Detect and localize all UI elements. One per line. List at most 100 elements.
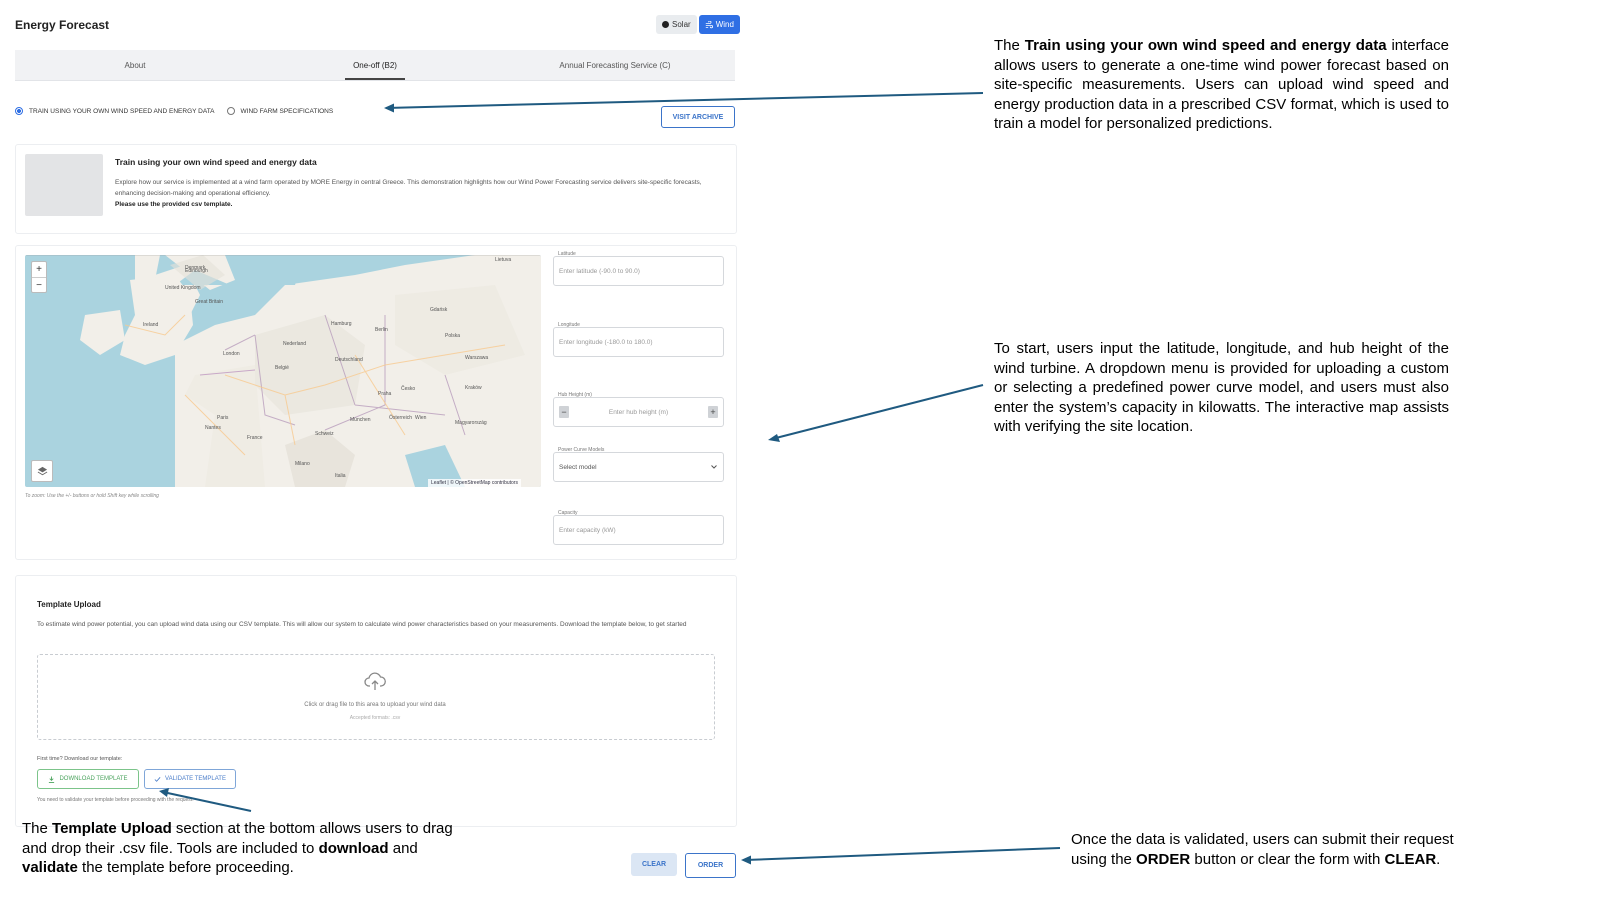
wind-icon	[705, 20, 713, 28]
radio-wind-farm-specs-label[interactable]: WIND FARM SPECIFICATIONS	[241, 108, 334, 115]
wind-label: Wind	[715, 20, 734, 29]
annotation-bold: ORDER	[1136, 850, 1191, 868]
download-icon	[49, 775, 55, 783]
tab-one-off[interactable]: One-off (B2)	[255, 50, 495, 80]
interactive-map[interactable]: Denmark Edinburgh United Kingdom Great B…	[25, 255, 541, 487]
map-label: Paris	[217, 415, 229, 421]
map-label: Belgié	[275, 365, 289, 371]
map-label: Edinburgh	[185, 268, 208, 274]
latitude-placeholder: Enter latitude (-90.0 to 90.0)	[559, 267, 640, 275]
map-label: Nantes	[205, 425, 221, 431]
map-label: Milano	[295, 461, 310, 467]
zoom-in-button[interactable]: +	[32, 262, 46, 277]
map-label: Warszawa	[465, 355, 489, 361]
longitude-placeholder: Enter longitude (-180.0 to 180.0)	[559, 338, 653, 346]
intro-csv-note: Please use the provided csv template.	[115, 201, 233, 208]
arrowhead	[768, 434, 780, 442]
chevron-down-icon	[711, 465, 717, 469]
map-label: United Kingdom	[165, 285, 201, 291]
annotation-bold: validate	[22, 859, 78, 877]
map-attribution[interactable]: Leaflet | © OpenStreetMap contributors	[428, 479, 521, 487]
zoom-out-button[interactable]: −	[32, 277, 46, 293]
order-button[interactable]: ORDER	[685, 853, 736, 878]
arrow-to-action-buttons	[744, 847, 1061, 861]
annotation-text: the template before proceeding.	[77, 859, 294, 877]
map-label: Berlin	[375, 327, 388, 333]
map-label: Schweiz	[315, 431, 334, 437]
capacity-input[interactable]: Enter capacity (kW)	[553, 515, 724, 545]
map-label: Gdańsk	[430, 307, 448, 313]
radio-train-own-data-label[interactable]: TRAIN USING YOUR OWN WIND SPEED AND ENER…	[29, 108, 215, 115]
annotation-bold: Train using your own wind speed and ener…	[1024, 37, 1387, 54]
mode-selector: TRAIN USING YOUR OWN WIND SPEED AND ENER…	[15, 107, 333, 115]
map-label: France	[247, 435, 263, 441]
radio-wind-farm-specs[interactable]	[226, 107, 235, 115]
app-title: Energy Forecast	[15, 18, 110, 32]
solar-icon	[662, 21, 669, 28]
map-label: Kraków	[465, 385, 482, 391]
validation-note: You need to validate your template befor…	[37, 797, 194, 803]
map-label: München	[350, 417, 371, 423]
power-curve-value: Select model	[559, 463, 597, 471]
radio-train-own-data[interactable]	[15, 107, 23, 115]
intro-title: Train using your own wind speed and ener…	[115, 157, 317, 167]
wind-toggle-button[interactable]: Wind	[698, 15, 740, 34]
arrow-to-form	[771, 384, 984, 440]
first-time-text: First time? Download our template:	[37, 756, 123, 762]
dropzone-instructions: Click or drag file to this area to uploa…	[304, 702, 446, 708]
layers-button[interactable]	[31, 460, 53, 482]
clear-button[interactable]: CLEAR	[631, 853, 677, 876]
template-upload-title: Template Upload	[37, 600, 101, 609]
annotation-template-upload: The Template Upload section at the botto…	[22, 819, 467, 878]
hub-height-decrement-button[interactable]: −	[559, 406, 569, 418]
tab-about[interactable]: About	[15, 50, 255, 80]
annotation-bold: CLEAR	[1384, 850, 1437, 868]
map-label: Lietuva	[495, 257, 512, 263]
template-upload-description: To estimate wind power potential, you ca…	[37, 621, 687, 628]
tab-annual-forecasting[interactable]: Annual Forecasting Service (C)	[495, 50, 735, 80]
arrowhead	[384, 103, 394, 113]
annotation-form-inputs: To start, users input the latitude, long…	[994, 340, 1449, 436]
layers-icon	[37, 466, 47, 475]
annotation-bold: download	[318, 839, 389, 857]
annotation-text: and	[388, 839, 418, 857]
map-label: Hamburg	[331, 321, 352, 327]
annotation-order-clear: Once the data is validated, users can su…	[1071, 830, 1491, 869]
annotation-bold: Template Upload	[52, 820, 172, 837]
annotation-text: The	[22, 820, 53, 837]
visit-archive-button[interactable]: VISIT ARCHIVE	[661, 106, 735, 128]
check-icon	[154, 776, 161, 782]
map-label: Great Britain	[195, 299, 224, 305]
download-template-label: DOWNLOAD TEMPLATE	[59, 776, 128, 782]
power-curve-select[interactable]: Select model	[553, 452, 724, 482]
validate-template-button[interactable]: VALIDATE TEMPLATE	[144, 769, 236, 789]
map-label: Česko	[401, 386, 416, 392]
hub-height-placeholder: Enter hub height (m)	[608, 408, 669, 416]
hub-height-increment-button[interactable]: +	[707, 406, 718, 418]
annotation-text: The	[994, 37, 1025, 54]
latitude-input[interactable]: Enter latitude (-90.0 to 90.0)	[553, 256, 724, 286]
validate-template-label: VALIDATE TEMPLATE	[165, 776, 226, 782]
energy-type-toggle: Solar Wind	[656, 15, 740, 34]
map-label: Deutschland	[335, 357, 363, 363]
annotation-text: button or clear the form with	[1190, 850, 1385, 868]
annotation-text: .	[1436, 850, 1441, 868]
map-label: Nederland	[283, 341, 307, 347]
longitude-input[interactable]: Enter longitude (-180.0 to 180.0)	[553, 327, 724, 357]
solar-toggle-button[interactable]: Solar	[656, 15, 697, 34]
tab-bar: About One-off (B2) Annual Forecasting Se…	[15, 50, 735, 81]
file-dropzone[interactable]	[37, 654, 715, 740]
capacity-placeholder: Enter capacity (kW)	[559, 526, 616, 534]
hub-height-stepper[interactable]: − Enter hub height (m) +	[553, 397, 724, 427]
download-template-button[interactable]: DOWNLOAD TEMPLATE	[37, 769, 139, 789]
arrowhead	[741, 855, 751, 865]
intro-description: Explore how our service is implemented a…	[115, 179, 702, 197]
map-zoom-control: + −	[31, 261, 47, 293]
map-label: Italia	[335, 473, 346, 479]
solar-label: Solar	[672, 20, 691, 29]
map-label: London	[223, 351, 240, 357]
accepted-formats: Accepted formats: .csv	[349, 715, 401, 721]
map-label: Praha	[378, 391, 392, 397]
map-label: Wien	[415, 415, 427, 421]
map-label: Polska	[445, 333, 461, 339]
